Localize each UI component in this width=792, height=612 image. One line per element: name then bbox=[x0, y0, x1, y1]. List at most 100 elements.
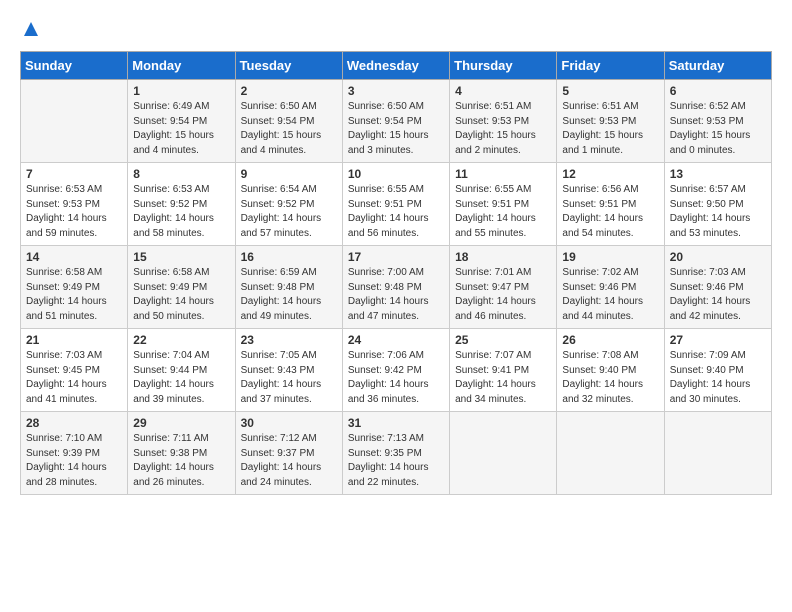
calendar-cell: 15 Sunrise: 6:58 AMSunset: 9:49 PMDayligh… bbox=[128, 246, 235, 329]
calendar-cell: 2 Sunrise: 6:50 AMSunset: 9:54 PMDaylight… bbox=[235, 80, 342, 163]
calendar-cell: 4 Sunrise: 6:51 AMSunset: 9:53 PMDaylight… bbox=[450, 80, 557, 163]
cell-info: Sunrise: 7:13 AMSunset: 9:35 PMDaylight:… bbox=[348, 432, 444, 490]
logo bbox=[20, 20, 40, 43]
calendar-cell: 10Sunrise: 6:55 AMSunset: 9:51 PMDayligh… bbox=[342, 163, 449, 246]
day-number: 5 bbox=[562, 84, 658, 98]
calendar-cell: 5 Sunrise: 6:51 AMSunset: 9:53 PMDaylight… bbox=[557, 80, 664, 163]
cell-info: Sunrise: 6:55 AMSunset: 9:51 PMDaylight:… bbox=[455, 183, 551, 241]
calendar-cell: 17Sunrise: 7:00 AMSunset: 9:48 PMDayligh… bbox=[342, 246, 449, 329]
cell-info: Sunrise: 6:49 AMSunset: 9:54 PMDaylight:… bbox=[133, 100, 229, 158]
day-number: 2 bbox=[241, 84, 337, 98]
day-number: 20 bbox=[670, 250, 766, 264]
calendar-cell bbox=[664, 412, 771, 495]
day-number: 9 bbox=[241, 167, 337, 181]
cell-info: Sunrise: 6:57 AMSunset: 9:50 PMDaylight:… bbox=[670, 183, 766, 241]
week-row-3: 14 Sunrise: 6:58 AMSunset: 9:49 PMDayligh… bbox=[21, 246, 772, 329]
header bbox=[20, 20, 772, 43]
cell-info: Sunrise: 6:58 AMSunset: 9:49 PMDaylight:… bbox=[26, 266, 122, 324]
calendar-cell: 20 Sunrise: 7:03 AMSunset: 9:46 PMDayligh… bbox=[664, 246, 771, 329]
day-number: 6 bbox=[670, 84, 766, 98]
calendar-cell: 9 Sunrise: 6:54 AMSunset: 9:52 PMDaylight… bbox=[235, 163, 342, 246]
day-number: 4 bbox=[455, 84, 551, 98]
calendar-cell: 11 Sunrise: 6:55 AMSunset: 9:51 PMDayligh… bbox=[450, 163, 557, 246]
header-cell-tuesday: Tuesday bbox=[235, 52, 342, 80]
cell-info: Sunrise: 7:00 AMSunset: 9:48 PMDaylight:… bbox=[348, 266, 444, 324]
cell-info: Sunrise: 6:53 AMSunset: 9:52 PMDaylight:… bbox=[133, 183, 229, 241]
header-cell-sunday: Sunday bbox=[21, 52, 128, 80]
calendar-cell: 14 Sunrise: 6:58 AMSunset: 9:49 PMDayligh… bbox=[21, 246, 128, 329]
day-number: 7 bbox=[26, 167, 122, 181]
day-number: 27 bbox=[670, 333, 766, 347]
calendar-cell: 8 Sunrise: 6:53 AMSunset: 9:52 PMDaylight… bbox=[128, 163, 235, 246]
cell-info: Sunrise: 6:56 AMSunset: 9:51 PMDaylight:… bbox=[562, 183, 658, 241]
calendar-cell: 21 Sunrise: 7:03 AMSunset: 9:45 PMDayligh… bbox=[21, 329, 128, 412]
header-cell-thursday: Thursday bbox=[450, 52, 557, 80]
calendar-cell: 23Sunrise: 7:05 AMSunset: 9:43 PMDayligh… bbox=[235, 329, 342, 412]
day-number: 24 bbox=[348, 333, 444, 347]
cell-info: Sunrise: 7:03 AMSunset: 9:45 PMDaylight:… bbox=[26, 349, 122, 407]
calendar-cell: 19 Sunrise: 7:02 AMSunset: 9:46 PMDayligh… bbox=[557, 246, 664, 329]
cell-info: Sunrise: 7:10 AMSunset: 9:39 PMDaylight:… bbox=[26, 432, 122, 490]
cell-info: Sunrise: 6:51 AMSunset: 9:53 PMDaylight:… bbox=[455, 100, 551, 158]
calendar-cell: 27Sunrise: 7:09 AMSunset: 9:40 PMDayligh… bbox=[664, 329, 771, 412]
cell-info: Sunrise: 7:05 AMSunset: 9:43 PMDaylight:… bbox=[241, 349, 337, 407]
day-number: 3 bbox=[348, 84, 444, 98]
calendar-cell: 16 Sunrise: 6:59 AMSunset: 9:48 PMDayligh… bbox=[235, 246, 342, 329]
cell-info: Sunrise: 7:01 AMSunset: 9:47 PMDaylight:… bbox=[455, 266, 551, 324]
week-row-1: 1 Sunrise: 6:49 AMSunset: 9:54 PMDaylight… bbox=[21, 80, 772, 163]
cell-info: Sunrise: 6:53 AMSunset: 9:53 PMDaylight:… bbox=[26, 183, 122, 241]
calendar-cell: 3 Sunrise: 6:50 AMSunset: 9:54 PMDaylight… bbox=[342, 80, 449, 163]
day-number: 22 bbox=[133, 333, 229, 347]
day-number: 30 bbox=[241, 416, 337, 430]
week-row-4: 21 Sunrise: 7:03 AMSunset: 9:45 PMDayligh… bbox=[21, 329, 772, 412]
cell-info: Sunrise: 7:08 AMSunset: 9:40 PMDaylight:… bbox=[562, 349, 658, 407]
logo-icon bbox=[22, 20, 40, 38]
cell-info: Sunrise: 6:50 AMSunset: 9:54 PMDaylight:… bbox=[241, 100, 337, 158]
calendar-cell: 12Sunrise: 6:56 AMSunset: 9:51 PMDayligh… bbox=[557, 163, 664, 246]
cell-info: Sunrise: 7:11 AMSunset: 9:38 PMDaylight:… bbox=[133, 432, 229, 490]
day-number: 8 bbox=[133, 167, 229, 181]
day-number: 29 bbox=[133, 416, 229, 430]
calendar-cell bbox=[557, 412, 664, 495]
calendar-cell: 28 Sunrise: 7:10 AMSunset: 9:39 PMDayligh… bbox=[21, 412, 128, 495]
day-number: 15 bbox=[133, 250, 229, 264]
week-row-5: 28 Sunrise: 7:10 AMSunset: 9:39 PMDayligh… bbox=[21, 412, 772, 495]
day-number: 14 bbox=[26, 250, 122, 264]
calendar-cell: 29 Sunrise: 7:11 AMSunset: 9:38 PMDayligh… bbox=[128, 412, 235, 495]
cell-info: Sunrise: 6:54 AMSunset: 9:52 PMDaylight:… bbox=[241, 183, 337, 241]
day-number: 26 bbox=[562, 333, 658, 347]
day-number: 25 bbox=[455, 333, 551, 347]
cell-info: Sunrise: 7:03 AMSunset: 9:46 PMDaylight:… bbox=[670, 266, 766, 324]
week-row-2: 7 Sunrise: 6:53 AMSunset: 9:53 PMDaylight… bbox=[21, 163, 772, 246]
calendar-table: SundayMondayTuesdayWednesdayThursdayFrid… bbox=[20, 51, 772, 495]
calendar-cell: 22 Sunrise: 7:04 AMSunset: 9:44 PMDayligh… bbox=[128, 329, 235, 412]
cell-info: Sunrise: 6:55 AMSunset: 9:51 PMDaylight:… bbox=[348, 183, 444, 241]
day-number: 16 bbox=[241, 250, 337, 264]
calendar-cell: 25Sunrise: 7:07 AMSunset: 9:41 PMDayligh… bbox=[450, 329, 557, 412]
cell-info: Sunrise: 6:58 AMSunset: 9:49 PMDaylight:… bbox=[133, 266, 229, 324]
header-cell-wednesday: Wednesday bbox=[342, 52, 449, 80]
day-number: 13 bbox=[670, 167, 766, 181]
calendar-cell: 31 Sunrise: 7:13 AMSunset: 9:35 PMDayligh… bbox=[342, 412, 449, 495]
calendar-cell: 7 Sunrise: 6:53 AMSunset: 9:53 PMDaylight… bbox=[21, 163, 128, 246]
cell-info: Sunrise: 6:59 AMSunset: 9:48 PMDaylight:… bbox=[241, 266, 337, 324]
day-number: 18 bbox=[455, 250, 551, 264]
cell-info: Sunrise: 6:51 AMSunset: 9:53 PMDaylight:… bbox=[562, 100, 658, 158]
day-number: 31 bbox=[348, 416, 444, 430]
calendar-cell bbox=[450, 412, 557, 495]
calendar-cell: 18 Sunrise: 7:01 AMSunset: 9:47 PMDayligh… bbox=[450, 246, 557, 329]
calendar-cell: 6 Sunrise: 6:52 AMSunset: 9:53 PMDaylight… bbox=[664, 80, 771, 163]
day-number: 11 bbox=[455, 167, 551, 181]
day-number: 19 bbox=[562, 250, 658, 264]
day-number: 1 bbox=[133, 84, 229, 98]
cell-info: Sunrise: 7:06 AMSunset: 9:42 PMDaylight:… bbox=[348, 349, 444, 407]
calendar-cell bbox=[21, 80, 128, 163]
cell-info: Sunrise: 6:50 AMSunset: 9:54 PMDaylight:… bbox=[348, 100, 444, 158]
cell-info: Sunrise: 7:04 AMSunset: 9:44 PMDaylight:… bbox=[133, 349, 229, 407]
calendar-cell: 24 Sunrise: 7:06 AMSunset: 9:42 PMDayligh… bbox=[342, 329, 449, 412]
day-number: 28 bbox=[26, 416, 122, 430]
cell-info: Sunrise: 6:52 AMSunset: 9:53 PMDaylight:… bbox=[670, 100, 766, 158]
header-cell-monday: Monday bbox=[128, 52, 235, 80]
cell-info: Sunrise: 7:02 AMSunset: 9:46 PMDaylight:… bbox=[562, 266, 658, 324]
day-number: 21 bbox=[26, 333, 122, 347]
